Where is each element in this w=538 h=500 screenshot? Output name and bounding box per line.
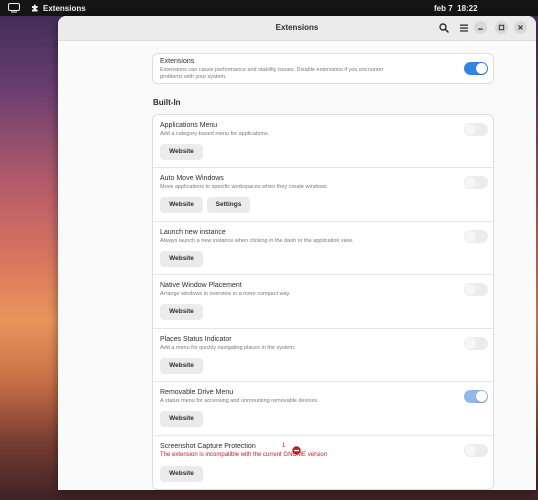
extension-row-launch-new-instance: Launch new instance Always launch a new …: [153, 222, 493, 275]
menu-icon: [460, 24, 468, 32]
extension-toggle[interactable]: [464, 337, 488, 350]
extensions-window: Extensions Extensions Extensions can cau…: [58, 16, 536, 490]
extension-toggle[interactable]: [464, 176, 488, 189]
toggle-knob: [465, 338, 476, 349]
extension-toggle[interactable]: [464, 230, 488, 243]
minimize-button[interactable]: [474, 21, 487, 34]
global-extensions-description-1: Extensions can cause performance and sta…: [160, 67, 384, 73]
website-button[interactable]: Website: [160, 197, 203, 213]
extension-description: Move applications to specific workspaces…: [160, 184, 329, 190]
global-extensions-card: Extensions Extensions can cause performa…: [152, 53, 494, 84]
extension-name: Launch new instance: [160, 229, 226, 236]
extension-row-screenshot-capture-protection: Screenshot Capture Protection 1 The exte…: [153, 436, 493, 489]
built-in-extensions-list: Applications Menu Add a category-based m…: [152, 114, 494, 490]
extension-description: A status menu for accessing and unmounti…: [160, 398, 319, 404]
extension-name: Native Window Placement: [160, 282, 242, 289]
app-menu-label: Extensions: [43, 3, 86, 13]
search-button[interactable]: [436, 20, 452, 36]
extension-row-auto-move-windows: Auto Move Windows Move applications to s…: [153, 168, 493, 222]
global-extensions-toggle[interactable]: [464, 62, 488, 75]
update-badge: 1: [282, 443, 286, 449]
search-icon: [439, 23, 449, 33]
top-bar: Extensions feb 7 18:22: [0, 0, 538, 16]
toggle-knob: [465, 231, 476, 242]
extension-row-places-status-indicator: Places Status Indicator Add a menu for q…: [153, 329, 493, 382]
website-button[interactable]: Website: [160, 358, 203, 374]
extension-description: Always launch a new instance when clicki…: [160, 238, 354, 244]
toggle-knob: [465, 445, 476, 456]
extension-description: Arrange windows in overview in a more co…: [160, 291, 291, 297]
close-icon: [518, 25, 523, 30]
main-menu-button[interactable]: [456, 20, 472, 36]
clock-label: feb 7 18:22: [434, 3, 478, 13]
extension-name: Screenshot Capture Protection: [160, 443, 256, 450]
extension-name: Removable Drive Menu: [160, 389, 234, 396]
close-button[interactable]: [514, 21, 527, 34]
built-in-section-heading: Built-In: [153, 98, 181, 107]
toggle-knob: [476, 63, 487, 74]
extension-name: Auto Move Windows: [160, 175, 224, 182]
puzzle-icon: [32, 4, 38, 12]
extension-error-message: The extension is incompatible with the c…: [160, 452, 328, 458]
extension-toggle[interactable]: [464, 444, 488, 457]
extension-name: Applications Menu: [160, 122, 218, 129]
extension-description: Add a menu for quickly navigating places…: [160, 345, 296, 351]
extension-toggle[interactable]: [464, 283, 488, 296]
toggle-knob: [476, 391, 487, 402]
activities-icon: [8, 3, 20, 13]
extension-row-native-window-placement: Native Window Placement Arrange windows …: [153, 275, 493, 329]
extension-row-applications-menu: Applications Menu Add a category-based m…: [153, 115, 493, 168]
website-button[interactable]: Website: [160, 304, 203, 320]
maximize-button[interactable]: [495, 21, 508, 34]
app-menu[interactable]: Extensions: [31, 0, 86, 16]
global-extensions-description-2: problems with your system.: [160, 74, 227, 80]
extension-name: Places Status Indicator: [160, 336, 232, 343]
settings-button[interactable]: Settings: [207, 197, 250, 213]
toggle-knob: [465, 124, 476, 135]
global-extensions-title: Extensions: [160, 58, 195, 65]
toggle-knob: [465, 177, 476, 188]
extension-toggle[interactable]: [464, 123, 488, 136]
extension-toggle[interactable]: [464, 390, 488, 403]
toggle-knob: [465, 284, 476, 295]
website-button[interactable]: Website: [160, 251, 203, 267]
maximize-icon: [498, 24, 505, 31]
website-button[interactable]: Website: [160, 466, 203, 482]
activities-button[interactable]: [8, 3, 20, 13]
error-indicator[interactable]: [292, 442, 301, 455]
extension-description: Add a category-based menu for applicatio…: [160, 131, 270, 137]
clock[interactable]: feb 7 18:22: [434, 0, 478, 16]
website-button[interactable]: Website: [160, 411, 203, 427]
header-bar: Extensions: [58, 16, 536, 41]
extension-row-removable-drive-menu: Removable Drive Menu A status menu for a…: [153, 382, 493, 436]
minimize-icon: [478, 28, 483, 30]
website-button[interactable]: Website: [160, 144, 203, 160]
